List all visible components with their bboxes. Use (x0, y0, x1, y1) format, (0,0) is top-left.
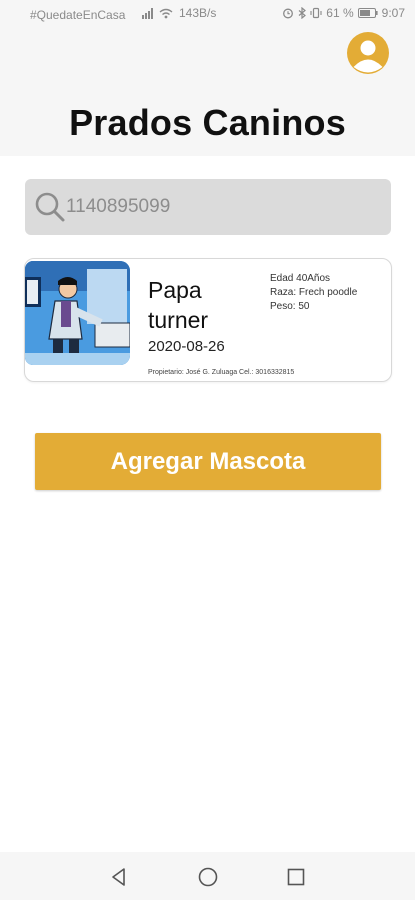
system-indicators: 61 % 9:07 (282, 6, 405, 20)
pet-details: Edad 40Años Raza: Frech poodle Peso: 50 (270, 272, 357, 314)
pet-photo (25, 261, 130, 365)
bluetooth-icon (298, 7, 307, 19)
clock: 9:07 (381, 6, 405, 20)
page-title: Prados Caninos (69, 102, 346, 143)
app-header: Prados Caninos (0, 30, 415, 156)
pet-name: Papa turner (148, 277, 209, 333)
alarm-icon (283, 8, 294, 19)
user-profile-icon (348, 33, 388, 73)
status-bar: #QuedateEnCasa 143B/s 61 % 9:07 (0, 0, 415, 30)
back-triangle-icon[interactable] (108, 866, 130, 888)
pet-breed: Raza: Frech poodle (270, 287, 358, 298)
battery-icon (357, 8, 378, 18)
battery-percent: 61 % (326, 6, 354, 20)
search-icon[interactable] (34, 191, 66, 223)
network-indicators: 143B/s (142, 6, 216, 20)
vibrate-icon (310, 7, 322, 19)
home-circle-icon[interactable] (197, 866, 219, 888)
carrier-label: #QuedateEnCasa (30, 8, 126, 22)
system-nav-bar (0, 852, 415, 900)
pet-owner: Propietario: José G. Zuluaga Cel.: 30163… (148, 369, 295, 376)
recents-square-icon[interactable] (285, 866, 307, 888)
search-input[interactable] (66, 187, 376, 227)
pet-card[interactable]: Papa turner 2020-08-26 Edad 40Años Raza:… (24, 258, 392, 382)
add-pet-button[interactable]: Agregar Mascota (35, 433, 381, 490)
network-speed: 143B/s (179, 6, 217, 20)
profile-button[interactable] (347, 32, 389, 74)
signal-icon (142, 7, 153, 19)
pet-weight: Peso: 50 (270, 301, 310, 312)
wifi-icon (159, 8, 173, 18)
pet-age: Edad 40Años (270, 273, 331, 284)
pet-date: 2020-08-26 (148, 338, 225, 355)
search-bar (25, 179, 391, 235)
